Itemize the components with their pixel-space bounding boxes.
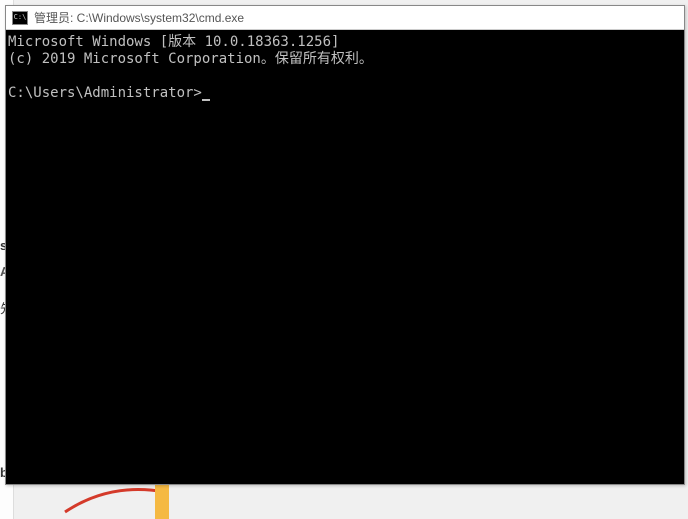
terminal-body[interactable]: Microsoft Windows [版本 10.0.18363.1256](c… xyxy=(6,30,684,484)
window-title: 管理员: C:\Windows\system32\cmd.exe xyxy=(34,9,244,26)
terminal-line: (c) 2019 Microsoft Corporation。保留所有权利。 xyxy=(8,51,682,68)
cmd-icon: C:\ xyxy=(12,11,28,25)
title-bar[interactable]: C:\ 管理员: C:\Windows\system32\cmd.exe xyxy=(6,6,684,30)
cursor-icon xyxy=(202,99,210,101)
cmd-window: C:\ 管理员: C:\Windows\system32\cmd.exe Mic… xyxy=(5,5,685,485)
orange-bar xyxy=(155,484,169,519)
terminal-line: Microsoft Windows [版本 10.0.18363.1256] xyxy=(8,34,682,51)
red-stroke-icon xyxy=(60,487,170,517)
terminal-prompt: C:\Users\Administrator> xyxy=(8,85,682,102)
